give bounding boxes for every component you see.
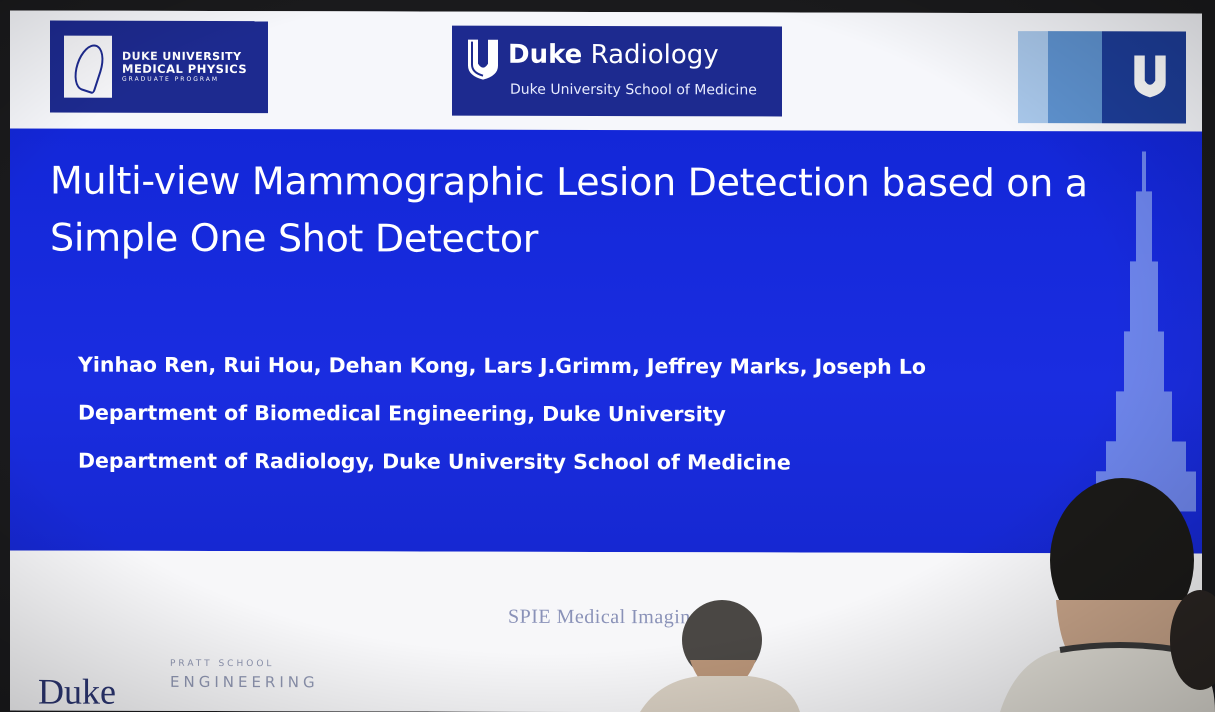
mp-logo-line3: GRADUATE PROGRAM xyxy=(122,75,220,83)
title-panel: Multi-view Mammographic Lesion Detection… xyxy=(10,128,1202,554)
conference-name: SPIE Medical Imaging 2018 xyxy=(508,605,749,629)
pratt-line2: ENGINEERING xyxy=(170,672,319,692)
radiology-subtitle: Duke University School of Medicine xyxy=(510,81,757,99)
light-blue-block xyxy=(1018,31,1048,124)
duke-wordmark: Duke xyxy=(38,671,116,712)
medical-physics-logo: DUKE UNIVERSITY MEDICAL PHYSICS GRADUATE… xyxy=(50,20,268,114)
medical-physics-emblem-icon xyxy=(64,35,112,98)
duke-radiology-logo: Duke Radiology Duke University School of… xyxy=(452,25,782,117)
pratt-line1: PRATT SCHOOL xyxy=(170,658,275,670)
radiology-name-rest: Radiology xyxy=(582,39,719,71)
photo-scene: DUKE UNIVERSITY MEDICAL PHYSICS GRADUATE… xyxy=(0,0,1215,712)
mid-blue-block xyxy=(1048,31,1102,124)
header-color-blocks xyxy=(1018,31,1186,124)
radiology-name: Duke Radiology xyxy=(508,40,719,71)
affiliation-radiology: Department of Radiology, Duke University… xyxy=(78,448,791,475)
duke-shield-icon-small xyxy=(1134,55,1166,98)
skyline-graphic xyxy=(1096,151,1196,512)
affiliation-bme: Department of Biomedical Engineering, Du… xyxy=(78,400,726,427)
slide-footer: SPIE Medical Imaging 2018 Duke PRATT SCH… xyxy=(10,550,1202,712)
slide-header: DUKE UNIVERSITY MEDICAL PHYSICS GRADUATE… xyxy=(10,10,1202,132)
radiology-name-bold: Duke xyxy=(508,39,583,70)
projection-screen: DUKE UNIVERSITY MEDICAL PHYSICS GRADUATE… xyxy=(10,10,1202,712)
pratt-engineering-logo: PRATT SCHOOL ENGINEERING xyxy=(170,659,319,691)
mp-logo-line2: MEDICAL PHYSICS xyxy=(122,61,248,76)
author-list: Yinhao Ren, Rui Hou, Dehan Kong, Lars J.… xyxy=(78,352,926,379)
slide-title: Multi-view Mammographic Lesion Detection… xyxy=(50,158,1088,261)
duke-shield-icon xyxy=(468,39,498,80)
author-block: Yinhao Ren, Rui Hou, Dehan Kong, Lars J.… xyxy=(78,341,926,487)
